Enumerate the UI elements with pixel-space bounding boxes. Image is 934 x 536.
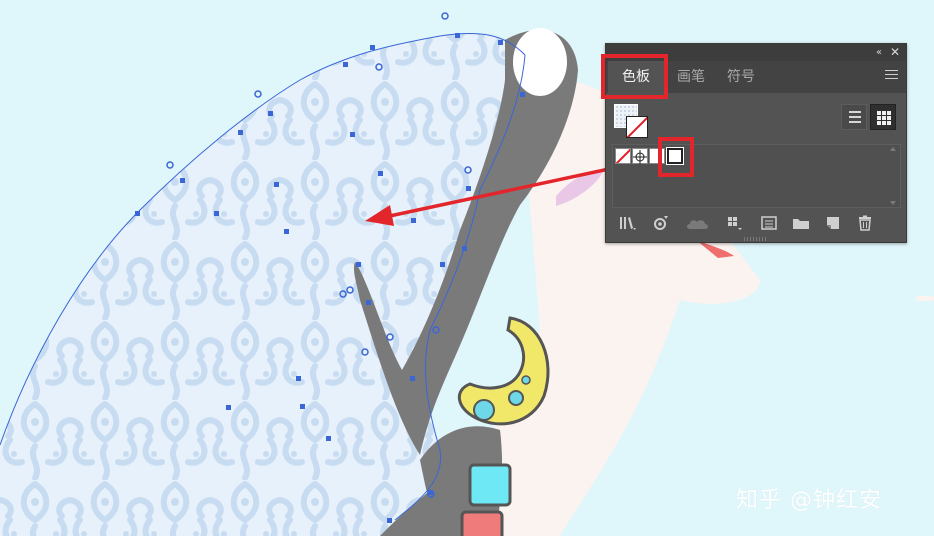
small-mark bbox=[916, 296, 934, 301]
cyan-block bbox=[468, 463, 512, 507]
swatch-libraries-icon[interactable] bbox=[618, 215, 636, 231]
swatch-white[interactable] bbox=[649, 148, 665, 164]
stroke-swatch-none[interactable] bbox=[626, 116, 648, 138]
new-swatch-icon[interactable] bbox=[824, 215, 842, 231]
swatches-panel[interactable]: ‹‹ ✕ 色板 画笔 符号 bbox=[605, 43, 907, 243]
swatch-kinds-icon[interactable] bbox=[726, 215, 744, 231]
list-view-icon[interactable] bbox=[841, 104, 867, 130]
grid-view-icon[interactable] bbox=[870, 104, 896, 130]
tab-swatches[interactable]: 色板 bbox=[608, 61, 664, 93]
yellow-pendant bbox=[458, 316, 550, 426]
panel-tabbar: 色板 画笔 符号 bbox=[606, 61, 906, 93]
collapse-panel-icon[interactable]: ‹‹ bbox=[876, 44, 882, 61]
tab-brushes[interactable]: 画笔 bbox=[666, 61, 716, 93]
cyan-bead-1 bbox=[473, 399, 495, 421]
new-color-group-icon[interactable] bbox=[792, 215, 810, 231]
pink-block bbox=[460, 510, 504, 536]
close-icon[interactable]: ✕ bbox=[890, 44, 900, 61]
panel-titlebar[interactable]: ‹‹ ✕ bbox=[606, 44, 906, 61]
cyan-bead-3 bbox=[521, 375, 531, 385]
swatch-none[interactable] bbox=[615, 148, 631, 164]
registration-icon bbox=[633, 150, 647, 164]
panel-bottom-toolbar bbox=[606, 212, 906, 238]
swatch-scrollbar[interactable] bbox=[888, 145, 898, 207]
swatch-pattern[interactable] bbox=[666, 147, 684, 165]
delete-swatch-icon[interactable] bbox=[856, 215, 874, 231]
cyan-bead-2 bbox=[508, 390, 524, 406]
watermark-text: 知乎 @钟红安 bbox=[736, 488, 882, 513]
resize-grip[interactable] bbox=[744, 237, 768, 241]
hamburger-menu-icon[interactable] bbox=[885, 70, 898, 83]
white-oval bbox=[513, 28, 567, 96]
place-swatch-icon[interactable] bbox=[652, 215, 670, 231]
tab-symbols[interactable]: 符号 bbox=[716, 61, 766, 93]
swatch-options-icon[interactable] bbox=[760, 215, 778, 231]
cloud-library-icon[interactable] bbox=[684, 215, 710, 231]
swatch-list[interactable] bbox=[612, 144, 901, 208]
fill-stroke-indicator[interactable] bbox=[614, 104, 650, 138]
swatch-registration[interactable] bbox=[632, 148, 648, 164]
